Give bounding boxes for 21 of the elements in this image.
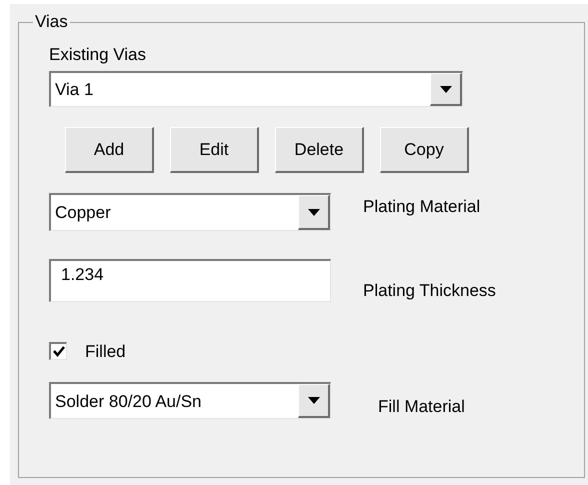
field-label: Plating Material: [363, 196, 480, 218]
action-button[interactable]: Copy: [380, 127, 469, 173]
field-label: Existing Vias: [49, 44, 146, 66]
field-label: Fill Material: [378, 396, 465, 418]
dropdown-button[interactable]: [298, 195, 330, 230]
caret-icon: [440, 86, 452, 92]
caret-icon: [308, 397, 320, 404]
check-icon: [52, 346, 64, 358]
dropdown[interactable]: Via 1: [49, 71, 463, 107]
action-button[interactable]: Edit: [170, 127, 259, 173]
action-button[interactable]: Add: [65, 127, 154, 173]
dropdown-button[interactable]: [298, 384, 330, 418]
text-field[interactable]: 1.234: [49, 259, 331, 302]
caret-icon: [308, 208, 320, 216]
checkbox-label: Filled: [85, 340, 126, 362]
field-label: Plating Thickness: [363, 280, 496, 302]
dropdown[interactable]: Solder 80/20 Au/Sn: [49, 382, 331, 420]
dropdown-button[interactable]: [430, 73, 462, 106]
dropdown[interactable]: Copper: [49, 193, 331, 231]
checkbox[interactable]: [49, 342, 67, 360]
action-button[interactable]: Delete: [275, 127, 364, 173]
